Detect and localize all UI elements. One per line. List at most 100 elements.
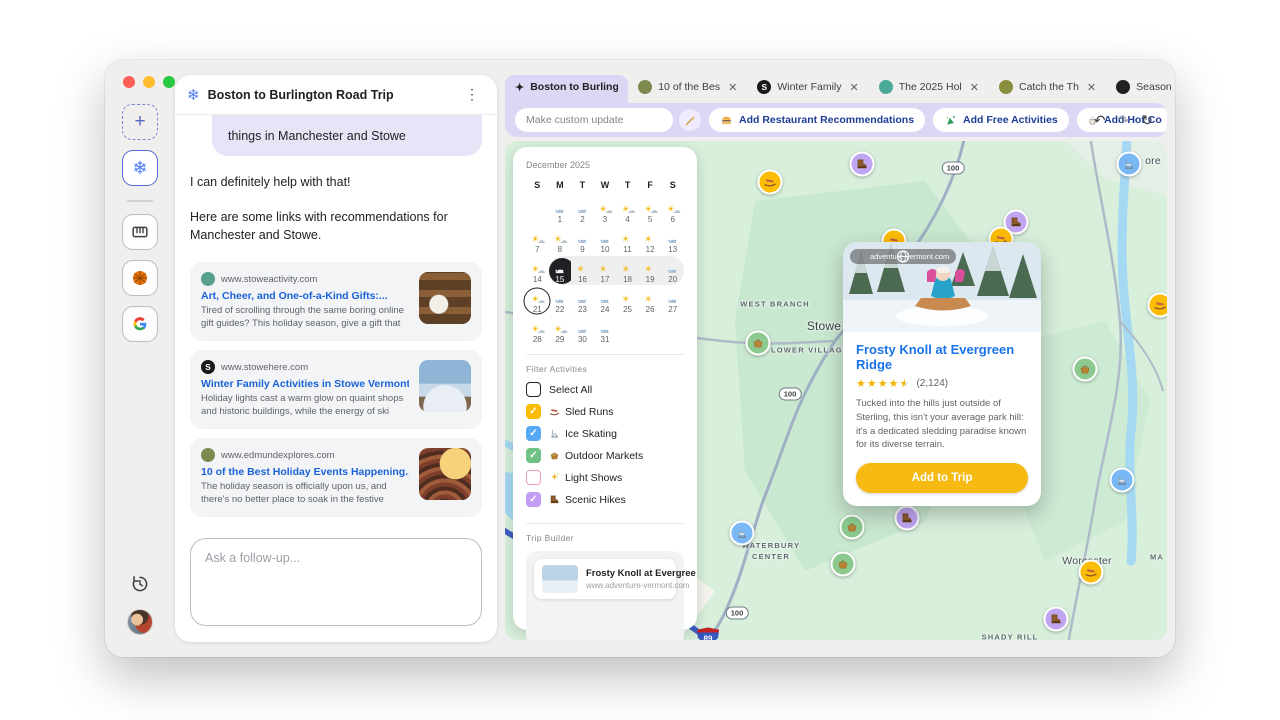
close-tab-button[interactable]: ✕ — [850, 81, 859, 94]
chat-messages[interactable]: things in Manchester and Stowe I can def… — [175, 115, 497, 526]
filter-item-1[interactable]: ✓ Sled Runs — [526, 404, 684, 419]
link-card-0[interactable]: www.stoweactivity.com Art, Cheer, and On… — [190, 262, 482, 342]
calendar-day-3[interactable]: ☀ ☁ 3 — [594, 196, 617, 225]
history-button[interactable] — [129, 573, 151, 595]
calendar-day-12[interactable]: ☀ 12 — [639, 226, 662, 255]
chat-menu-button[interactable]: ⋮ — [459, 84, 485, 105]
basketball-icon — [130, 268, 150, 288]
sidebar-item-piano-chat[interactable] — [122, 214, 158, 250]
tab-4[interactable]: Season 2024 ✕ — [1106, 75, 1175, 99]
calendar-day-23[interactable]: ☁ ••• 23 — [571, 286, 594, 315]
calendar-day-6[interactable]: ☀ ☁ 6 — [661, 196, 684, 225]
calendar-day-14[interactable]: ☀ ☁ 14 — [526, 256, 549, 285]
map-marker-boot[interactable] — [849, 151, 875, 177]
checkbox[interactable]: ✓ — [526, 448, 541, 463]
map-canvas[interactable]: WEST BRANCH Stowe LOWER VILLAGE WATERBURY C… — [505, 141, 1167, 640]
calendar-day-13[interactable]: ☁ ••• 13 — [661, 226, 684, 255]
map-marker-basket[interactable] — [830, 551, 856, 577]
link-title[interactable]: Art, Cheer, and One-of-a-Kind Gifts:... — [201, 290, 409, 302]
map-marker-boot[interactable] — [894, 505, 920, 531]
calendar-day-18[interactable]: ☀ 18 — [616, 256, 639, 285]
calendar-day-8[interactable]: ☀ ☁ 8 — [549, 226, 572, 255]
chip-0[interactable]: Add Restaurant Recommendations — [709, 108, 926, 132]
calendar-day-10[interactable]: ☁ ••• 10 — [594, 226, 617, 255]
calendar-day-29[interactable]: ☀ ☁ 29 — [549, 316, 572, 345]
calendar-day-31[interactable]: ☁ ••• 31 — [594, 316, 617, 345]
map-marker-skate[interactable] — [729, 520, 755, 546]
checkbox[interactable]: ✓ — [526, 492, 541, 507]
calendar-day-20[interactable]: ☁ ••• 20 — [661, 256, 684, 285]
filter-item-0[interactable]: Select All — [526, 382, 684, 397]
place-title[interactable]: Frosty Knoll at Evergreen Ridge — [856, 342, 1028, 372]
tab-active[interactable]: ✦ Boston to Burling — [505, 75, 629, 103]
chip-1[interactable]: Add Free Activities — [933, 108, 1069, 132]
trip-item[interactable]: Frosty Knoll at Evergreen www.adventure-… — [534, 559, 696, 599]
calendar-day-5[interactable]: ☀ ☁ 5 — [639, 196, 662, 225]
tab-3[interactable]: Catch the Th ✕ — [989, 75, 1106, 99]
calendar-day-9[interactable]: ☁ ••• 9 — [571, 226, 594, 255]
map-marker-skate[interactable] — [1116, 151, 1142, 177]
calendar-day-21[interactable]: ☀ ☁ 21 — [526, 286, 549, 315]
tab-1[interactable]: S Winter Family ✕ — [747, 75, 868, 99]
new-chat-button[interactable]: + — [122, 104, 158, 140]
checkbox[interactable]: ✓ — [526, 404, 541, 419]
followup-input[interactable]: Ask a follow-up... — [190, 538, 482, 626]
map-marker-sled[interactable] — [757, 169, 783, 195]
calendar-day-19[interactable]: ☀ 19 — [638, 256, 662, 285]
close-tab-button[interactable]: ✕ — [1087, 81, 1096, 94]
tab-0[interactable]: 10 of the Bes ✕ — [628, 75, 747, 99]
sidebar-item-basketball-chat[interactable] — [122, 260, 158, 296]
close-tab-button[interactable]: ✕ — [970, 81, 979, 94]
app-sidebar: + ❄ — [105, 60, 175, 657]
sparkle-gold-icon — [549, 472, 560, 483]
user-avatar[interactable] — [127, 609, 153, 635]
add-to-trip-button[interactable]: Add to Trip — [856, 463, 1028, 494]
map-marker-skate[interactable] — [1109, 467, 1135, 493]
calendar-day-1[interactable]: ☁ ••• 1 — [549, 196, 572, 225]
dow-label: T — [624, 180, 631, 190]
sidebar-item-snowflake-chat[interactable]: ❄ — [118, 150, 158, 192]
calendar-day-17[interactable]: ☀ 17 — [593, 256, 617, 285]
checkbox[interactable] — [526, 470, 541, 485]
redo-button[interactable]: ↷ — [1118, 112, 1130, 129]
custom-update-input[interactable]: Make custom update — [515, 108, 673, 132]
link-card-2[interactable]: www.edmundexplores.com 10 of the Best Ho… — [190, 438, 482, 518]
undo-button[interactable]: ↶ — [1094, 112, 1106, 129]
map-marker-basket[interactable] — [745, 330, 771, 356]
map-marker-boot[interactable] — [1043, 606, 1069, 632]
calendar-day-28[interactable]: ☀ ☁ 28 — [526, 316, 549, 345]
checkbox[interactable]: ✓ — [526, 426, 541, 441]
calendar-day-24[interactable]: ☁ ••• 24 — [594, 286, 617, 315]
close-tab-button[interactable]: ✕ — [728, 81, 737, 94]
calendar-day-16[interactable]: ☀ 16 — [571, 256, 594, 285]
filter-item-3[interactable]: ✓ Outdoor Markets — [526, 448, 684, 463]
magic-wand-button[interactable] — [679, 109, 701, 131]
dow-label: W — [600, 180, 610, 190]
filter-item-4[interactable]: Light Shows — [526, 470, 684, 485]
checkbox[interactable] — [526, 382, 541, 397]
map-marker-sled[interactable] — [1078, 559, 1104, 585]
link-card-1[interactable]: S www.stowehere.com Winter Family Activi… — [190, 350, 482, 430]
tab-2[interactable]: The 2025 Hol ✕ — [869, 75, 989, 99]
dow-label: T — [579, 180, 586, 190]
calendar-day-26[interactable]: ☀ 26 — [639, 286, 662, 315]
link-title[interactable]: Winter Family Activities in Stowe Vermon… — [201, 378, 409, 390]
link-title[interactable]: 10 of the Best Holiday Events Happening.… — [201, 466, 409, 478]
map-label: WEST BRANCH — [740, 299, 810, 309]
calendar-day-25[interactable]: ☀ 25 — [616, 286, 639, 315]
calendar-day-7[interactable]: ☀ ☁ 7 — [526, 226, 549, 255]
sidebar-item-google-chat[interactable] — [122, 306, 158, 342]
map-marker-basket[interactable] — [1072, 356, 1098, 382]
calendar-day-2[interactable]: ☁ ••• 2 — [571, 196, 594, 225]
map-marker-basket[interactable] — [839, 514, 865, 540]
filter-item-5[interactable]: ✓ Scenic Hikes — [526, 492, 684, 507]
calendar-day-4[interactable]: ☀ ☁ 4 — [616, 196, 639, 225]
refresh-button[interactable]: ↻ — [1141, 112, 1153, 129]
calendar-day-11[interactable]: ☀ 11 — [616, 226, 639, 255]
calendar-day-27[interactable]: ☁ ••• 27 — [661, 286, 684, 315]
calendar-day-22[interactable]: ☁ ••• 22 — [549, 286, 572, 315]
filter-item-2[interactable]: ✓ Ice Skating — [526, 426, 684, 441]
calendar-day-30[interactable]: ☁ ••• 30 — [571, 316, 594, 345]
calendar-day-15[interactable]: ☁ ••• 15 — [548, 256, 575, 285]
map-marker-sled[interactable] — [1147, 292, 1167, 318]
